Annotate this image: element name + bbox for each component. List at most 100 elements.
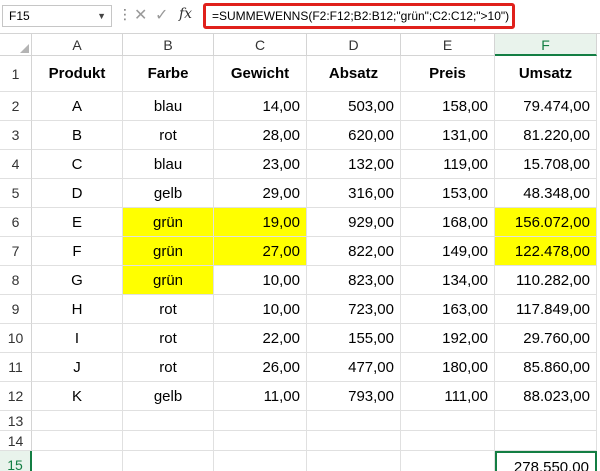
cell-d9[interactable]: 723,00 bbox=[307, 295, 401, 324]
cell-d2[interactable]: 503,00 bbox=[307, 92, 401, 121]
row-header-6[interactable]: 6 bbox=[0, 208, 32, 237]
cell-a6[interactable]: E bbox=[32, 208, 123, 237]
close-icon[interactable]: ✕ bbox=[134, 5, 147, 27]
cell-b14[interactable] bbox=[123, 431, 214, 451]
cell-c7[interactable]: 27,00 bbox=[214, 237, 307, 266]
row-header-2[interactable]: 2 bbox=[0, 92, 32, 121]
cell-a10[interactable]: I bbox=[32, 324, 123, 353]
header-cell-a[interactable]: Produkt bbox=[32, 56, 123, 92]
cell-a11[interactable]: J bbox=[32, 353, 123, 382]
cell-a5[interactable]: D bbox=[32, 179, 123, 208]
cell-b6[interactable]: grün bbox=[123, 208, 214, 237]
check-icon[interactable]: ✓ bbox=[155, 5, 168, 27]
cell-b13[interactable] bbox=[123, 411, 214, 431]
cell-d6[interactable]: 929,00 bbox=[307, 208, 401, 237]
cell-f2[interactable]: 79.474,00 bbox=[495, 92, 597, 121]
cell-b10[interactable]: rot bbox=[123, 324, 214, 353]
cell-e12[interactable]: 111,00 bbox=[401, 382, 495, 411]
cell-e3[interactable]: 131,00 bbox=[401, 121, 495, 150]
cell-f14[interactable] bbox=[495, 431, 597, 451]
cell-b4[interactable]: blau bbox=[123, 150, 214, 179]
cell-a14[interactable] bbox=[32, 431, 123, 451]
cell-f7[interactable]: 122.478,00 bbox=[495, 237, 597, 266]
header-cell-f[interactable]: Umsatz bbox=[495, 56, 597, 92]
cell-d11[interactable]: 477,00 bbox=[307, 353, 401, 382]
cell-c5[interactable]: 29,00 bbox=[214, 179, 307, 208]
cell-c14[interactable] bbox=[214, 431, 307, 451]
header-cell-c[interactable]: Gewicht bbox=[214, 56, 307, 92]
row-header-7[interactable]: 7 bbox=[0, 237, 32, 266]
cell-f10[interactable]: 29.760,00 bbox=[495, 324, 597, 353]
cell-b15[interactable] bbox=[123, 451, 214, 471]
cell-f11[interactable]: 85.860,00 bbox=[495, 353, 597, 382]
formula-input[interactable]: =SUMMEWENNS(F2:F12;B2:B12;"grün";C2:C12;… bbox=[203, 3, 515, 29]
row-header-4[interactable]: 4 bbox=[0, 150, 32, 179]
row-header-1[interactable]: 1 bbox=[0, 56, 32, 92]
cell-b9[interactable]: rot bbox=[123, 295, 214, 324]
row-header-15[interactable]: 15 bbox=[0, 451, 32, 471]
cell-e5[interactable]: 153,00 bbox=[401, 179, 495, 208]
cell-a9[interactable]: H bbox=[32, 295, 123, 324]
cell-c2[interactable]: 14,00 bbox=[214, 92, 307, 121]
cell-b12[interactable]: gelb bbox=[123, 382, 214, 411]
column-header-f[interactable]: F bbox=[495, 34, 597, 56]
cell-d4[interactable]: 132,00 bbox=[307, 150, 401, 179]
column-header-a[interactable]: A bbox=[32, 34, 123, 56]
row-header-8[interactable]: 8 bbox=[0, 266, 32, 295]
row-header-3[interactable]: 3 bbox=[0, 121, 32, 150]
column-header-d[interactable]: D bbox=[307, 34, 401, 56]
fx-icon[interactable]: fx bbox=[179, 6, 192, 22]
header-cell-d[interactable]: Absatz bbox=[307, 56, 401, 92]
cell-c11[interactable]: 26,00 bbox=[214, 353, 307, 382]
cell-d14[interactable] bbox=[307, 431, 401, 451]
cell-e11[interactable]: 180,00 bbox=[401, 353, 495, 382]
cell-c4[interactable]: 23,00 bbox=[214, 150, 307, 179]
row-header-5[interactable]: 5 bbox=[0, 179, 32, 208]
name-box[interactable]: F15 ▼ bbox=[2, 5, 112, 27]
cell-b7[interactable]: grün bbox=[123, 237, 214, 266]
cell-a12[interactable]: K bbox=[32, 382, 123, 411]
header-cell-b[interactable]: Farbe bbox=[123, 56, 214, 92]
row-header-9[interactable]: 9 bbox=[0, 295, 32, 324]
row-header-14[interactable]: 14 bbox=[0, 431, 32, 451]
cell-f8[interactable]: 110.282,00 bbox=[495, 266, 597, 295]
cell-e8[interactable]: 134,00 bbox=[401, 266, 495, 295]
cell-c12[interactable]: 11,00 bbox=[214, 382, 307, 411]
cell-f4[interactable]: 15.708,00 bbox=[495, 150, 597, 179]
cell-f6[interactable]: 156.072,00 bbox=[495, 208, 597, 237]
cell-f3[interactable]: 81.220,00 bbox=[495, 121, 597, 150]
cell-e13[interactable] bbox=[401, 411, 495, 431]
cell-a13[interactable] bbox=[32, 411, 123, 431]
cell-e9[interactable]: 163,00 bbox=[401, 295, 495, 324]
cell-c10[interactable]: 22,00 bbox=[214, 324, 307, 353]
cell-d3[interactable]: 620,00 bbox=[307, 121, 401, 150]
cell-b3[interactable]: rot bbox=[123, 121, 214, 150]
header-cell-e[interactable]: Preis bbox=[401, 56, 495, 92]
cell-c3[interactable]: 28,00 bbox=[214, 121, 307, 150]
cell-b11[interactable]: rot bbox=[123, 353, 214, 382]
cell-b2[interactable]: blau bbox=[123, 92, 214, 121]
cell-f5[interactable]: 48.348,00 bbox=[495, 179, 597, 208]
cell-e15[interactable] bbox=[401, 451, 495, 471]
cell-c6[interactable]: 19,00 bbox=[214, 208, 307, 237]
more-options-icon[interactable]: ⋮ bbox=[118, 6, 132, 23]
cell-a3[interactable]: B bbox=[32, 121, 123, 150]
cell-e14[interactable] bbox=[401, 431, 495, 451]
column-header-b[interactable]: B bbox=[123, 34, 214, 56]
row-header-10[interactable]: 10 bbox=[0, 324, 32, 353]
cell-d5[interactable]: 316,00 bbox=[307, 179, 401, 208]
cell-a4[interactable]: C bbox=[32, 150, 123, 179]
cell-c8[interactable]: 10,00 bbox=[214, 266, 307, 295]
cell-c9[interactable]: 10,00 bbox=[214, 295, 307, 324]
cell-a8[interactable]: G bbox=[32, 266, 123, 295]
cell-d10[interactable]: 155,00 bbox=[307, 324, 401, 353]
row-header-11[interactable]: 11 bbox=[0, 353, 32, 382]
column-header-c[interactable]: C bbox=[214, 34, 307, 56]
cell-b5[interactable]: gelb bbox=[123, 179, 214, 208]
select-all-corner[interactable] bbox=[0, 34, 32, 56]
cell-e7[interactable]: 149,00 bbox=[401, 237, 495, 266]
chevron-down-icon[interactable]: ▼ bbox=[97, 6, 106, 26]
cell-e4[interactable]: 119,00 bbox=[401, 150, 495, 179]
row-header-12[interactable]: 12 bbox=[0, 382, 32, 411]
cell-e2[interactable]: 158,00 bbox=[401, 92, 495, 121]
